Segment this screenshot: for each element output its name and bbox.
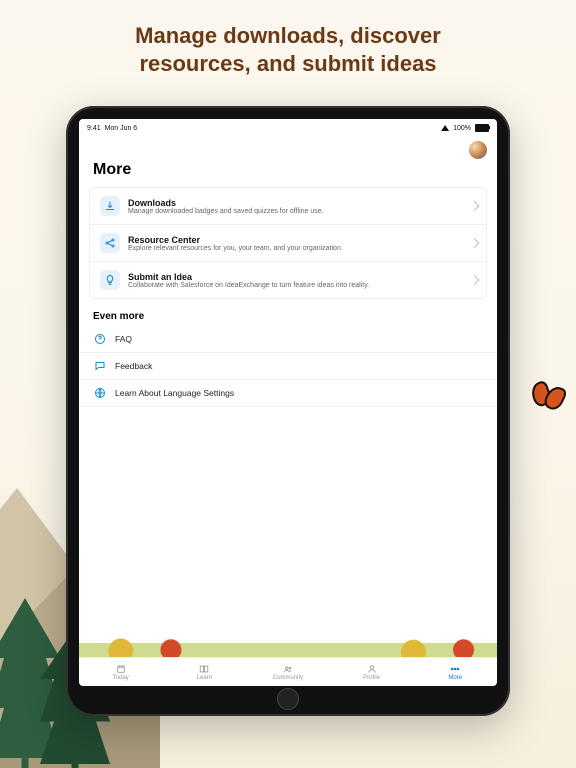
content-spacer <box>79 407 497 657</box>
row-language[interactable]: Learn About Language Settings <box>79 380 497 407</box>
secondary-list: FAQ Feedback Learn About Language Settin… <box>79 326 497 407</box>
chat-icon <box>93 359 107 373</box>
row-resource-center[interactable]: Resource CenterExplore relevant resource… <box>90 225 486 262</box>
battery-icon <box>475 124 489 132</box>
row-downloads[interactable]: DownloadsManage downloaded badges and sa… <box>90 188 486 225</box>
tab-today[interactable]: Today <box>79 658 163 686</box>
decorative-flowers <box>79 597 497 657</box>
tab-learn[interactable]: Learn <box>163 658 247 686</box>
avatar[interactable] <box>469 141 487 159</box>
tab-community[interactable]: Community <box>246 658 330 686</box>
chevron-right-icon <box>470 201 480 211</box>
chevron-right-icon <box>470 238 480 248</box>
chevron-right-icon <box>470 275 480 285</box>
screen: 9:41 Mon Jun 6 100% More DownloadsManage… <box>79 119 497 686</box>
status-bar: 9:41 Mon Jun 6 100% <box>79 119 497 137</box>
page-title: More <box>79 159 497 187</box>
tab-more[interactable]: More <box>413 658 497 686</box>
download-icon <box>100 196 120 216</box>
question-icon <box>93 332 107 346</box>
row-faq[interactable]: FAQ <box>79 326 497 353</box>
lightbulb-icon <box>100 270 120 290</box>
tab-bar: Today Learn Community Profile More <box>79 657 497 686</box>
promo-headline: Manage downloads, discover resources, an… <box>0 22 576 77</box>
tab-profile[interactable]: Profile <box>330 658 414 686</box>
wifi-icon <box>441 125 449 131</box>
home-button[interactable] <box>277 688 299 710</box>
row-submit-idea[interactable]: Submit an IdeaCollaborate with Salesforc… <box>90 262 486 298</box>
row-feedback[interactable]: Feedback <box>79 353 497 380</box>
primary-list: DownloadsManage downloaded badges and sa… <box>89 187 487 299</box>
globe-icon <box>93 386 107 400</box>
ipad-frame: 9:41 Mon Jun 6 100% More DownloadsManage… <box>66 106 510 716</box>
butterfly-icon <box>530 380 570 420</box>
share-nodes-icon <box>100 233 120 253</box>
even-more-label: Even more <box>79 305 497 326</box>
